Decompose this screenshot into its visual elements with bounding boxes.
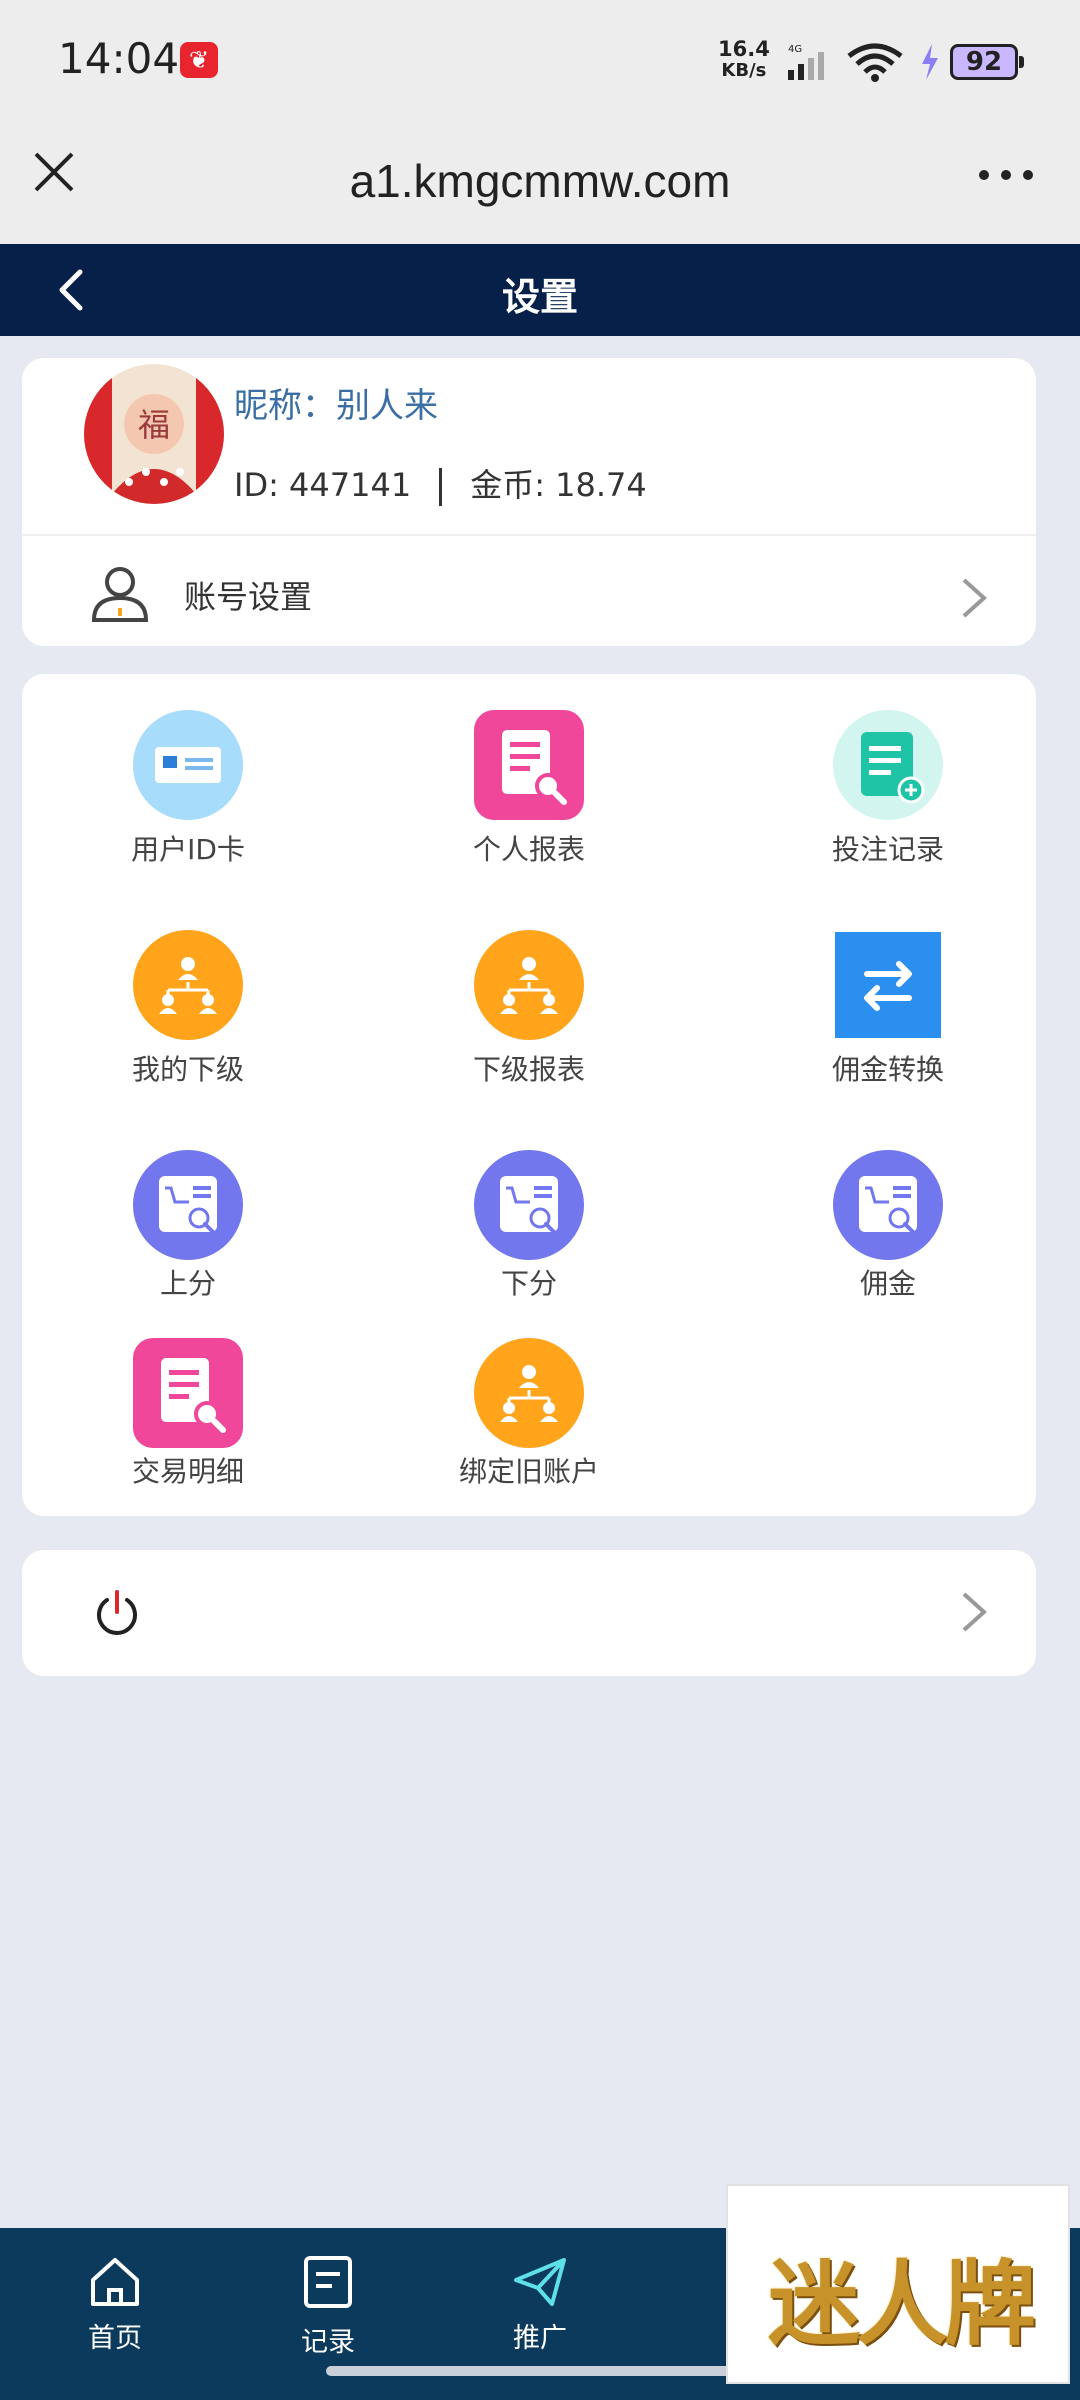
coin-balance: 金币: 18.74 — [470, 466, 647, 504]
record-icon — [304, 2256, 352, 2308]
cart-search-icon — [133, 1150, 243, 1260]
nickname: 昵称：别人来 — [234, 386, 438, 426]
grid-item-subordinate-report[interactable]: 下级报表 — [409, 930, 649, 1088]
paper-plane-icon — [514, 2258, 566, 2306]
grid-item-my-subordinates[interactable]: 我的下级 — [68, 930, 308, 1088]
grid-label: 下分 — [500, 1267, 557, 1300]
account-settings-label: 账号设置 — [184, 578, 313, 616]
report-search-icon — [474, 710, 584, 820]
nav-item-promote[interactable]: 推广 — [470, 2242, 610, 2355]
logout-row[interactable] — [22, 1550, 1036, 1676]
user-id-coins: ID: 447141 金币: 18.74 — [234, 460, 647, 506]
grid-label: 佣金 — [859, 1267, 916, 1300]
grid-label: 上分 — [159, 1267, 216, 1300]
cellular-signal-icon: 4G — [788, 44, 824, 80]
wifi-icon — [847, 43, 903, 82]
power-icon — [97, 1590, 137, 1635]
browser-url: a1.kmgcmmw.com — [349, 155, 731, 207]
grid-item-bind-old-account[interactable]: 绑定旧账户 — [409, 1338, 649, 1490]
grid-item-personal-report[interactable]: 个人报表 — [409, 710, 649, 868]
brand-banner[interactable]: 迷人牌 — [726, 2184, 1070, 2384]
report-search-icon — [133, 1338, 243, 1448]
page-title: 设置 — [501, 275, 578, 319]
grid-label: 下级报表 — [472, 1053, 585, 1086]
org-chart-icon — [474, 930, 584, 1040]
cart-search-icon — [474, 1150, 584, 1260]
exchange-icon — [835, 932, 941, 1038]
grid-item-commission[interactable]: 佣金 — [768, 1150, 1008, 1302]
home-indicator — [326, 2366, 754, 2376]
nav-item-home[interactable]: 首页 — [45, 2242, 185, 2355]
org-chart-icon — [474, 1338, 584, 1448]
nav-label: 推广 — [513, 2323, 567, 2354]
grid-item-transaction-details[interactable]: 交易明细 — [68, 1338, 308, 1490]
chevron-right-icon — [962, 1592, 987, 1632]
account-settings-row[interactable]: 账号设置 — [22, 536, 1036, 646]
org-chart-icon — [133, 930, 243, 1040]
grid-item-deposit[interactable]: 上分 — [68, 1150, 308, 1302]
nav-label: 记录 — [301, 2327, 355, 2358]
browser-toolbar: a1.kmgcmmw.com — [0, 118, 1080, 244]
grid-label: 佣金转换 — [831, 1053, 944, 1086]
home-icon — [91, 2258, 139, 2306]
grid-label: 投注记录 — [831, 833, 944, 866]
separator — [439, 468, 443, 506]
brand-text: 迷人牌 — [767, 2250, 1036, 2358]
grid-label: 个人报表 — [472, 833, 585, 866]
grid-label: 用户ID卡 — [131, 833, 245, 866]
avatar[interactable]: 福 — [84, 364, 224, 504]
notification-app-icon: ❦ — [180, 42, 218, 78]
grid-label: 我的下级 — [131, 1053, 244, 1086]
grid-label: 交易明细 — [131, 1455, 244, 1488]
nav-item-records[interactable]: 记录 — [258, 2242, 398, 2359]
user-id: ID: 447141 — [234, 466, 412, 504]
svg-text:4G: 4G — [788, 44, 802, 55]
user-icon — [91, 567, 149, 622]
id-card-icon — [133, 710, 243, 820]
svg-text:福: 福 — [138, 406, 170, 444]
grid-item-commission-exchange[interactable]: 佣金转换 — [768, 930, 1008, 1088]
bet-record-icon — [833, 710, 943, 820]
battery-indicator: 92 — [950, 44, 1024, 80]
network-speed: 16.4 KB/s — [718, 37, 770, 81]
profile-card: 福 昵称：别人来 ID: 447141 金币: 18.74 账号设置 — [22, 358, 1036, 646]
cart-search-icon — [833, 1150, 943, 1260]
nav-label: 首页 — [88, 2323, 142, 2354]
charging-icon — [922, 44, 938, 80]
grid-item-bet-records[interactable]: 投注记录 — [768, 710, 1008, 868]
status-bar: 14:04 ❦ 16.4 KB/s 4G 92 — [0, 0, 1080, 118]
more-options-icon[interactable] — [976, 168, 1036, 182]
page-header: 设置 — [0, 244, 1080, 336]
features-grid: 用户ID卡 个人报表 投注记录 我的下级 下级报表 佣金转换 上分 下分 佣金 … — [22, 674, 1036, 1516]
grid-item-withdraw[interactable]: 下分 — [409, 1150, 649, 1302]
grid-label: 绑定旧账户 — [458, 1455, 599, 1488]
status-time: 14:04 — [58, 34, 180, 83]
grid-item-user-id-card[interactable]: 用户ID卡 — [68, 710, 308, 868]
chevron-right-icon — [962, 578, 987, 618]
